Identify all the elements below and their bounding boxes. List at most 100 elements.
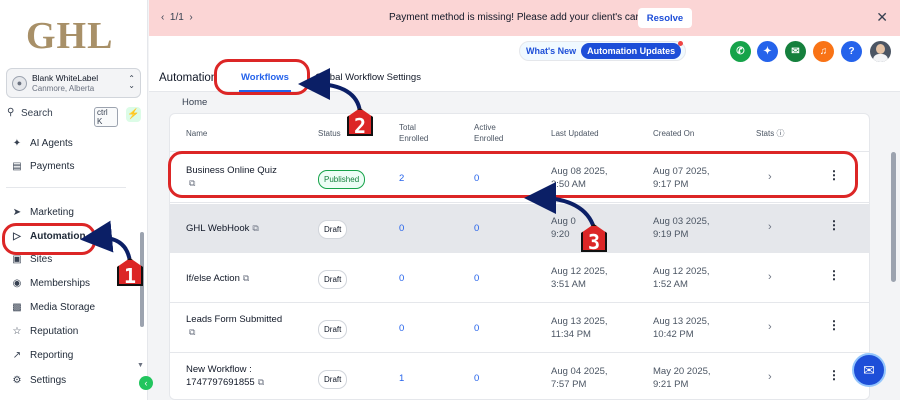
active-enrolled-value[interactable]: 0 <box>474 322 479 335</box>
banner-pagination: ‹ 1/1 › <box>161 12 193 23</box>
account-switcher[interactable]: ● Blank WhiteLabel Canmore, Alberta ⌃ ⌄ <box>6 68 141 98</box>
status-badge: Draft <box>318 270 348 289</box>
col-status[interactable]: Status <box>318 128 341 139</box>
receipt-icon: ▤ <box>12 160 22 172</box>
sidebar-item-memberships[interactable]: ◉ Memberships <box>10 275 90 291</box>
sidebar-item-label: Reporting <box>30 349 74 361</box>
resolve-button[interactable]: Resolve <box>638 8 692 28</box>
collapse-sidebar-button[interactable]: ‹ <box>139 376 153 390</box>
more-menu-icon[interactable]: ⋮ <box>828 319 840 332</box>
page-title: Automation <box>159 72 218 84</box>
search-icon: ⚲ <box>7 107 15 118</box>
search-label: Search <box>21 108 53 119</box>
scroll-down-arrow-icon[interactable]: ▼ <box>137 362 144 369</box>
workflow-name[interactable]: Leads Form Submitted ⧉ <box>186 313 282 339</box>
workflow-name[interactable]: GHL WebHook ⧉ <box>186 222 259 235</box>
star-icon: ☆ <box>12 325 22 337</box>
sidebar-item-payments[interactable]: ▤ Payments <box>10 158 74 174</box>
sidebar-search[interactable]: ⚲ Search ctrl K <box>6 106 118 127</box>
total-enrolled-value[interactable]: 1 <box>399 372 404 385</box>
sidebar-divider <box>6 187 126 188</box>
highlight-automation <box>2 223 96 255</box>
tab-global-workflow-settings[interactable]: Global Workflow Settings <box>313 72 421 92</box>
sidebar-item-label: Payments <box>30 160 75 172</box>
phone-icon[interactable]: ✆ <box>730 41 751 62</box>
media-icon: ▩ <box>12 301 22 313</box>
chevron-right-icon[interactable]: › <box>189 12 192 23</box>
table-row[interactable]: If/else Action ⧉ Draft 0 0 Aug 12 2025, 3:… <box>170 254 869 303</box>
col-last-updated[interactable]: Last Updated <box>551 128 599 139</box>
more-menu-icon[interactable]: ⋮ <box>828 369 840 382</box>
breadcrumb[interactable]: Home <box>182 97 207 108</box>
chart-icon: ↗ <box>12 349 22 361</box>
account-location: Canmore, Alberta <box>32 84 95 93</box>
table-row[interactable]: GHL WebHook ⧉ Draft 0 0 Aug 0 9:20 Aug 03 … <box>170 204 869 253</box>
active-enrolled-value[interactable]: 0 <box>474 372 479 385</box>
sidebar-item-media-storage[interactable]: ▩ Media Storage <box>10 299 95 315</box>
account-name: Blank WhiteLabel <box>32 73 99 83</box>
workflow-name[interactable]: If/else Action ⧉ <box>186 272 249 285</box>
col-name[interactable]: Name <box>186 128 207 139</box>
whats-new-button[interactable]: What's New Automation Updates <box>519 41 687 61</box>
more-menu-icon[interactable]: ⋮ <box>828 219 840 232</box>
notification-dot <box>678 41 684 46</box>
account-avatar-icon: ● <box>12 76 27 91</box>
sidebar-item-label: Reputation <box>30 325 79 337</box>
table-row[interactable]: Leads Form Submitted ⧉ Draft 0 0 Aug 13 2… <box>170 304 869 353</box>
sidebar-item-label: Settings <box>30 374 67 386</box>
banner-page-count: 1/1 <box>169 12 184 23</box>
user-avatar[interactable] <box>870 41 891 62</box>
close-icon[interactable]: ✕ <box>876 9 888 26</box>
send-icon: ➤ <box>12 206 22 218</box>
sidebar-item-marketing[interactable]: ➤ Marketing <box>10 204 74 220</box>
active-enrolled-value[interactable]: 0 <box>474 222 479 235</box>
gear-icon: ⚙ <box>12 374 22 386</box>
magic-icon[interactable]: ✦ <box>757 41 778 62</box>
main-scrollbar[interactable] <box>891 152 896 282</box>
last-updated-value: Aug 04 2025, 7:57 PM <box>551 366 608 390</box>
chevron-right-icon[interactable]: › <box>768 221 772 234</box>
chevron-right-icon[interactable]: › <box>768 271 772 284</box>
chevron-left-icon[interactable]: ‹ <box>161 12 164 23</box>
created-on-value: Aug 13 2025, 10:42 PM <box>653 316 710 340</box>
workflow-name[interactable]: New Workflow :1747797691855 ⧉ <box>186 363 264 389</box>
col-total-enrolled[interactable]: Total Enrolled <box>399 122 439 144</box>
external-link-icon[interactable]: ⧉ <box>243 273 249 283</box>
total-enrolled-value[interactable]: 0 <box>399 272 404 285</box>
table-row[interactable]: New Workflow :1747797691855 ⧉ Draft 1 0 A… <box>170 354 869 399</box>
automation-updates-chip[interactable]: Automation Updates <box>581 41 684 59</box>
status-badge: Draft <box>318 370 348 389</box>
external-link-icon[interactable]: ⧉ <box>258 377 264 387</box>
external-link-icon[interactable]: ⧉ <box>189 327 195 337</box>
brand-logo[interactable]: GHL <box>26 14 113 58</box>
whats-new-label: What's New <box>526 46 577 56</box>
created-on-value: Aug 12 2025, 1:52 AM <box>653 266 710 290</box>
sidebar-item-reputation[interactable]: ☆ Reputation <box>10 323 79 339</box>
sidebar: GHL ● Blank WhiteLabel Canmore, Alberta … <box>0 0 153 400</box>
bell-icon[interactable]: ♫ <box>813 41 834 62</box>
search-shortcut: ctrl K <box>94 107 118 127</box>
active-enrolled-value[interactable]: 0 <box>474 272 479 285</box>
col-active-enrolled[interactable]: Active Enrolled <box>474 122 518 144</box>
total-enrolled-value[interactable]: 0 <box>399 322 404 335</box>
sidebar-item-label: Media Storage <box>30 301 96 313</box>
payment-warning-banner: ‹ 1/1 › Payment method is missing! Pleas… <box>149 0 900 36</box>
sidebar-item-settings[interactable]: ⚙ Settings <box>10 372 67 388</box>
col-created-on[interactable]: Created On <box>653 128 694 139</box>
help-icon[interactable]: ? <box>841 41 862 62</box>
chevron-right-icon[interactable]: › <box>768 321 772 334</box>
sidebar-item-reporting[interactable]: ↗ Reporting <box>10 347 74 363</box>
quick-action-bolt-icon[interactable]: ⚡ <box>126 107 141 122</box>
sidebar-item-label: AI Agents <box>30 137 73 149</box>
col-stats[interactable]: Stats ⓘ <box>756 128 784 139</box>
total-enrolled-value[interactable]: 0 <box>399 222 404 235</box>
sidebar-item-label: Marketing <box>30 206 74 218</box>
chevron-right-icon[interactable]: › <box>768 371 772 384</box>
status-badge: Draft <box>318 220 348 239</box>
more-menu-icon[interactable]: ⋮ <box>828 269 840 282</box>
sidebar-item-ai-agents[interactable]: ✦ AI Agents <box>10 135 73 151</box>
external-link-icon[interactable]: ⧉ <box>252 223 258 233</box>
chat-support-icon[interactable]: ✉ <box>852 353 886 387</box>
created-on-value: Aug 03 2025, 9:19 PM <box>653 216 710 240</box>
megaphone-icon[interactable]: ✉ <box>785 41 806 62</box>
